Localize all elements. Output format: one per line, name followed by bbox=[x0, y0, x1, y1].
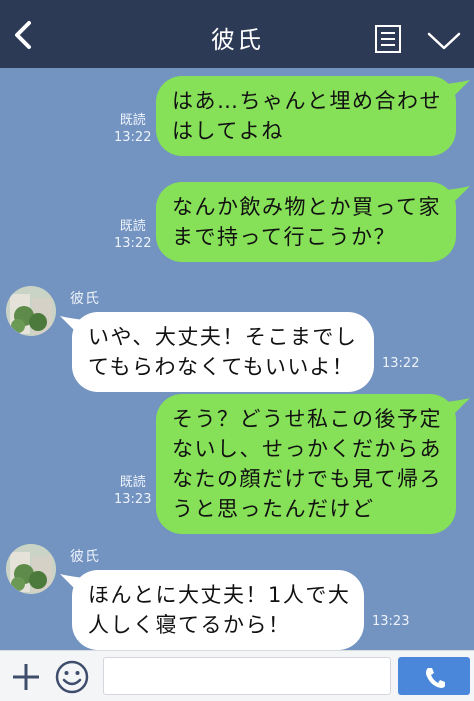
sender-name: 彼氏 bbox=[70, 549, 100, 565]
read-label: 既読 bbox=[119, 219, 146, 234]
avatar[interactable] bbox=[6, 544, 56, 594]
message-time: 13:22 bbox=[114, 130, 152, 145]
chat-header: 彼氏 bbox=[0, 0, 474, 68]
message-text-line: はあ…ちゃんと埋め合わせ bbox=[172, 89, 442, 113]
message-bubble-outgoing[interactable]: なんか飲み物とか買って家 まで持って行こうか？ bbox=[156, 182, 456, 262]
add-attachment-button[interactable] bbox=[10, 661, 42, 693]
message-bubble-incoming[interactable]: いや、大丈夫！そこまでし てもらわなくてもいいよ！ bbox=[72, 312, 374, 392]
message-bubble-incoming[interactable]: ほんとに大丈夫！1人で大 人しく寝てるから！ bbox=[72, 570, 364, 650]
bubble-tail bbox=[446, 186, 470, 204]
bubble-tail bbox=[446, 80, 470, 98]
composer-bar bbox=[0, 650, 474, 701]
menu-list-icon bbox=[375, 25, 401, 53]
message-bubble-outgoing[interactable]: はあ…ちゃんと埋め合わせ はしてよね bbox=[156, 76, 456, 156]
message-text-line: はしてよね bbox=[172, 119, 284, 143]
emoji-icon bbox=[55, 660, 89, 694]
read-receipt: 既読 13:22 bbox=[114, 218, 151, 252]
message-text-line: ないし、せっかくだからあ bbox=[172, 437, 442, 461]
menu-button[interactable] bbox=[374, 24, 404, 54]
message-bubble-outgoing[interactable]: そう？どうせ私この後予定 ないし、せっかくだからあ なたの顔だけでも見て帰ろ う… bbox=[156, 394, 456, 534]
read-receipt: 既読 13:22 bbox=[114, 112, 151, 146]
message-time: 13:22 bbox=[114, 236, 152, 251]
message-text-line: 人しく寝てるから！ bbox=[88, 613, 291, 637]
read-receipt: 既読 13:23 bbox=[114, 474, 151, 508]
bubble-tail bbox=[446, 398, 470, 416]
avatar-photo-icon bbox=[6, 286, 56, 336]
plus-icon bbox=[13, 664, 39, 690]
sender-name: 彼氏 bbox=[70, 291, 100, 307]
message-text-line: てもらわなくてもいいよ！ bbox=[88, 355, 355, 379]
message-text-line: いや、大丈夫！そこまでし bbox=[88, 325, 358, 349]
read-label: 既読 bbox=[119, 475, 146, 490]
message-time: 13:23 bbox=[372, 614, 410, 629]
message-text-line: まで持って行こうか？ bbox=[172, 225, 396, 249]
message-text-line: なんか飲み物とか買って家 bbox=[172, 195, 441, 219]
chevron-down-icon bbox=[427, 32, 461, 50]
message-text-line: ほんとに大丈夫！1人で大 bbox=[88, 583, 351, 607]
message-time: 13:23 bbox=[114, 492, 152, 507]
message-text-line: そう？どうせ私この後予定 bbox=[172, 407, 442, 431]
message-text-line: うと思ったんだけど bbox=[172, 497, 375, 521]
message-time: 13:22 bbox=[382, 356, 420, 371]
read-label: 既読 bbox=[119, 113, 146, 128]
avatar[interactable] bbox=[6, 286, 56, 336]
message-input[interactable] bbox=[103, 657, 391, 695]
avatar-photo-icon bbox=[6, 544, 56, 594]
chevron-down-button[interactable] bbox=[426, 30, 462, 52]
message-text-line: なたの顔だけでも見て帰ろ bbox=[172, 467, 442, 491]
emoji-button[interactable] bbox=[54, 659, 90, 695]
call-button[interactable] bbox=[398, 657, 470, 695]
message-list: 既読 13:22 はあ…ちゃんと埋め合わせ はしてよね 既読 13:22 なんか… bbox=[0, 68, 474, 650]
phone-icon bbox=[426, 668, 445, 688]
